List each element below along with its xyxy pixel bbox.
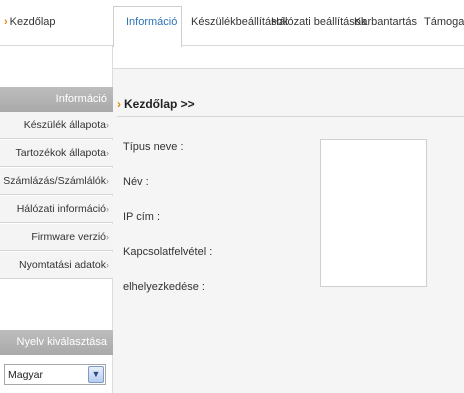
sidebar-item-label: Készülék állapota bbox=[23, 119, 106, 131]
chevron-right-icon: › bbox=[4, 16, 8, 28]
chevron-right-icon: › bbox=[106, 148, 109, 158]
chevron-right-icon: › bbox=[106, 204, 109, 214]
chevron-down-icon[interactable]: ▼ bbox=[88, 366, 104, 383]
language-select-value: Magyar bbox=[8, 369, 44, 381]
language-select[interactable]: Magyar ▼ bbox=[4, 364, 106, 385]
field-label-type-name: Típus neve : bbox=[123, 141, 184, 153]
field-label-ip-address: IP cím : bbox=[123, 211, 161, 223]
sidebar-item-label: Hálózati információ bbox=[16, 203, 106, 215]
main-content: › Kezdőlap >> Típus neve : Név : IP cím … bbox=[113, 68, 464, 393]
sidebar-item-network-info[interactable]: Hálózati információ› bbox=[0, 196, 113, 223]
sidebar-header-language: Nyelv kiválasztása bbox=[0, 330, 113, 355]
chevron-right-icon: › bbox=[106, 260, 109, 270]
breadcrumb-label: Kezdőlap >> bbox=[124, 97, 195, 111]
sidebar-item-label: Firmware verzió bbox=[31, 231, 106, 243]
field-label-name: Név : bbox=[123, 176, 149, 188]
sidebar-item-label: Tartozékok állapota bbox=[15, 147, 106, 159]
divider bbox=[117, 116, 464, 117]
sidebar-item-label: Nyomtatási adatok bbox=[19, 259, 106, 271]
tab-network-settings[interactable]: Hálózati beállítások bbox=[271, 16, 366, 28]
tab-information[interactable]: Információ bbox=[126, 16, 177, 28]
tab-support[interactable]: Támogatás bbox=[424, 16, 464, 28]
field-label-contact: Kapcsolatfelvétel : bbox=[123, 246, 213, 258]
sidebar-item-print-data[interactable]: Nyomtatási adatok› bbox=[0, 252, 113, 279]
home-link[interactable]: › Kezdőlap bbox=[4, 16, 56, 28]
field-label-location: elhelyezkedése : bbox=[123, 281, 205, 293]
chevron-right-icon: › bbox=[106, 120, 109, 130]
breadcrumb: › Kezdőlap >> bbox=[117, 97, 195, 111]
home-link-label: Kezdőlap bbox=[9, 16, 56, 28]
sidebar-item-accessories-status[interactable]: Tartozékok állapota› bbox=[0, 140, 113, 167]
chevron-right-icon: › bbox=[106, 176, 109, 186]
chevron-right-icon: › bbox=[106, 232, 109, 242]
sidebar-item-firmware-version[interactable]: Firmware verzió› bbox=[0, 224, 113, 251]
top-nav: › Kezdőlap Információ Készülékbeállításo… bbox=[0, 0, 464, 47]
sidebar-item-billing-counters[interactable]: Számlázás/Számlálók› bbox=[0, 168, 113, 195]
sidebar-item-device-status[interactable]: Készülék állapota› bbox=[0, 112, 113, 139]
tab-maintenance[interactable]: Karbantartás bbox=[354, 16, 417, 28]
sidebar-header-information: Információ bbox=[0, 87, 113, 112]
chevron-right-icon: › bbox=[117, 97, 121, 111]
device-image bbox=[320, 139, 427, 287]
sidebar-item-label: Számlázás/Számlálók bbox=[3, 175, 106, 187]
sidebar: Információ Készülék állapota› Tartozékok… bbox=[0, 46, 113, 393]
